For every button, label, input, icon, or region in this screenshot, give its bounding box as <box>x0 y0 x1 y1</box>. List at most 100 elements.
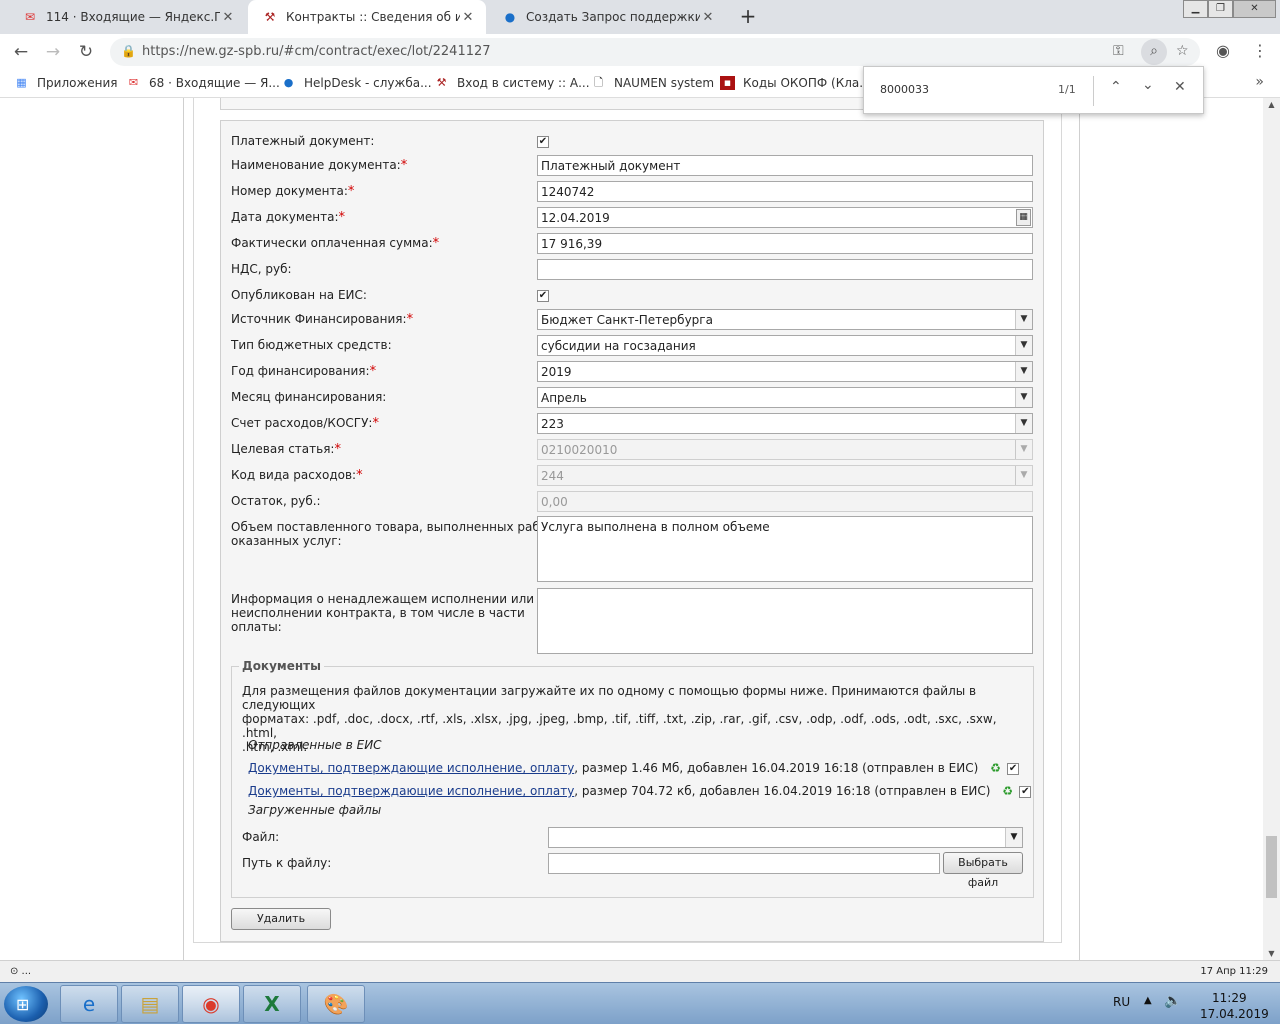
file-row: Документы, подтверждающие исполнение, оп… <box>248 784 1032 798</box>
tab-contracts[interactable]: ⚒ Контракты :: Сведения об испол ✕ <box>248 0 486 34</box>
forward-icon[interactable]: → <box>42 41 64 63</box>
doc-name-input[interactable]: Платежный документ <box>537 155 1033 176</box>
tab-support-request[interactable]: ● Создать Запрос поддержки - Al ✕ <box>488 0 726 34</box>
minimize-button[interactable]: ▁ <box>1183 0 1208 18</box>
find-count: 1/1 <box>1058 83 1076 96</box>
find-in-page-icon[interactable]: ⌕ <box>1141 39 1167 65</box>
scroll-thumb[interactable] <box>1266 836 1277 898</box>
close-icon[interactable]: ✕ <box>220 10 236 25</box>
file-link[interactable]: Документы, подтверждающие исполнение, оп… <box>248 761 574 775</box>
window-close-button[interactable]: ✕ <box>1233 0 1276 18</box>
chevron-up-icon[interactable]: ⌃ <box>1110 79 1122 95</box>
paid-sum-input[interactable]: 17 916,39 <box>537 233 1033 254</box>
reload-icon[interactable]: ↻ <box>75 41 97 63</box>
chevron-down-icon: ▼ <box>1005 828 1022 847</box>
close-icon[interactable]: ✕ <box>700 10 716 25</box>
speaker-icon[interactable]: 🔈 <box>1164 993 1181 1009</box>
bookmark-red-icon: ▪ <box>720 76 735 90</box>
chevron-down-icon: ▼ <box>1015 440 1032 459</box>
target-article-label: Целевая статья:* <box>231 442 341 457</box>
bookmark-helpdesk[interactable]: ● HelpDesk - служба... <box>281 76 432 90</box>
bookmarks-more-icon[interactable]: » <box>1255 74 1264 90</box>
new-tab-button[interactable]: + <box>737 6 759 28</box>
internet-explorer-icon[interactable]: e <box>60 985 118 1023</box>
star-icon[interactable]: ☆ <box>1176 43 1189 59</box>
doc-date-label: Дата документа:* <box>231 210 346 225</box>
file-path-input[interactable] <box>548 853 940 874</box>
expense-kind-label: Код вида расходов:* <box>231 468 363 483</box>
status-left: ⊙ ... <box>10 966 32 977</box>
path-label: Путь к файлу: <box>242 856 332 870</box>
restore-button[interactable]: ❐ <box>1208 0 1233 18</box>
doc-number-label: Номер документа:* <box>231 184 355 199</box>
doc-number-input[interactable]: 1240742 <box>537 181 1033 202</box>
file-select[interactable]: ▼ <box>548 827 1023 848</box>
excel-icon[interactable]: X <box>243 985 301 1023</box>
clock-date[interactable]: 17.04.2019 <box>1200 1007 1269 1021</box>
file-checkbox[interactable]: ✔ <box>1007 762 1020 775</box>
start-button[interactable]: ⊞ <box>4 986 48 1022</box>
budget-type-select[interactable]: субсидии на госзадания ▼ <box>537 335 1033 356</box>
bookmark-login[interactable]: ⚒ Вход в систему :: А... <box>434 76 590 90</box>
volume-textarea[interactable]: Услуга выполнена в полном объеме <box>537 516 1033 582</box>
balance-label: Остаток, руб.: <box>231 494 321 508</box>
divider <box>1079 98 1080 960</box>
payment-doc-checkbox[interactable]: ✔ <box>537 136 549 148</box>
close-icon[interactable]: ✕ <box>460 10 476 25</box>
bookmark-inbox[interactable]: ✉ 68 · Входящие — Я... <box>126 76 280 90</box>
menu-dots-icon[interactable]: ⋮ <box>1252 41 1268 60</box>
find-input[interactable]: 8000033 <box>880 83 929 96</box>
doc-name-label: Наименование документа:* <box>231 158 408 173</box>
file-checkbox[interactable]: ✔ <box>1019 785 1032 798</box>
delete-button[interactable]: Удалить <box>231 908 331 930</box>
lock-icon: 🔒 <box>121 44 136 58</box>
chevron-down-icon: ▼ <box>1015 414 1032 433</box>
chevron-down-icon: ▼ <box>1015 466 1032 485</box>
file-explorer-icon[interactable]: ▤ <box>121 985 179 1023</box>
profile-icon[interactable]: ◉ <box>1216 41 1230 60</box>
key-icon[interactable]: ⚿ <box>1113 43 1124 59</box>
expense-account-select[interactable]: 223 ▼ <box>537 413 1033 434</box>
tab-yandex-mail[interactable]: ✉ 114 · Входящие — Яндекс.Почта ✕ <box>8 0 246 34</box>
doc-date-input[interactable]: 12.04.2019 ▦ <box>537 207 1033 228</box>
chevron-down-icon: ▼ <box>1015 362 1032 381</box>
help-globe-icon: ● <box>504 10 516 24</box>
page-scrollbar[interactable]: ▲ ▼ <box>1263 98 1280 960</box>
bookmark-apps[interactable]: ▦ Приложения <box>14 76 117 90</box>
scroll-up-icon[interactable]: ▲ <box>1263 100 1280 109</box>
page-icon: 🗋 <box>594 76 603 89</box>
documents-legend: Документы <box>239 659 324 673</box>
balance-input: 0,00 <box>537 491 1033 512</box>
funding-source-label: Источник Финансирования:* <box>231 312 414 327</box>
file-link[interactable]: Документы, подтверждающие исполнение, оп… <box>248 784 574 798</box>
url-text[interactable]: https://new.gz-spb.ru/#cm/contract/exec/… <box>142 44 491 59</box>
improper-textarea[interactable] <box>537 588 1033 654</box>
target-article-select: 0210020010 ▼ <box>537 439 1033 460</box>
bookmark-okopf[interactable]: ▪ Коды ОКОПФ (Кла... <box>720 76 871 90</box>
back-icon[interactable]: ← <box>10 41 32 63</box>
uploaded-heading: Загруженные файлы <box>248 803 382 817</box>
close-icon[interactable]: ✕ <box>1174 79 1186 95</box>
budget-type-label: Тип бюджетных средств: <box>231 338 392 352</box>
funding-year-select[interactable]: 2019 ▼ <box>537 361 1033 382</box>
improper-label: Информация о ненадлежащем исполнении или… <box>231 592 535 634</box>
bookmark-naumen[interactable]: 🗋 NAUMEN system <box>591 76 714 90</box>
published-checkbox[interactable]: ✔ <box>537 290 549 302</box>
address-bar[interactable]: 🔒 https://new.gz-spb.ru/#cm/contract/exe… <box>110 38 1200 66</box>
funding-source-select[interactable]: Бюджет Санкт-Петербурга ▼ <box>537 309 1033 330</box>
divider <box>1093 76 1094 106</box>
tray-arrow-icon[interactable]: ▲ <box>1144 995 1152 1006</box>
scroll-down-icon[interactable]: ▼ <box>1263 949 1280 958</box>
choose-file-button[interactable]: Выбрать файл <box>943 852 1023 889</box>
funding-month-select[interactable]: Апрель ▼ <box>537 387 1033 408</box>
language-indicator[interactable]: RU <box>1113 995 1130 1009</box>
paint-icon[interactable]: 🎨 <box>307 985 365 1023</box>
chevron-down-icon[interactable]: ⌄ <box>1142 77 1154 93</box>
vat-input[interactable] <box>537 259 1033 280</box>
recycle-icon[interactable]: ♻ <box>1002 785 1015 798</box>
recycle-icon[interactable]: ♻ <box>990 762 1003 775</box>
paid-sum-label: Фактически оплаченная сумма:* <box>231 236 440 251</box>
clock-time[interactable]: 11:29 <box>1212 991 1247 1005</box>
chrome-icon[interactable]: ◉ <box>182 985 240 1023</box>
calendar-icon[interactable]: ▦ <box>1016 209 1031 226</box>
